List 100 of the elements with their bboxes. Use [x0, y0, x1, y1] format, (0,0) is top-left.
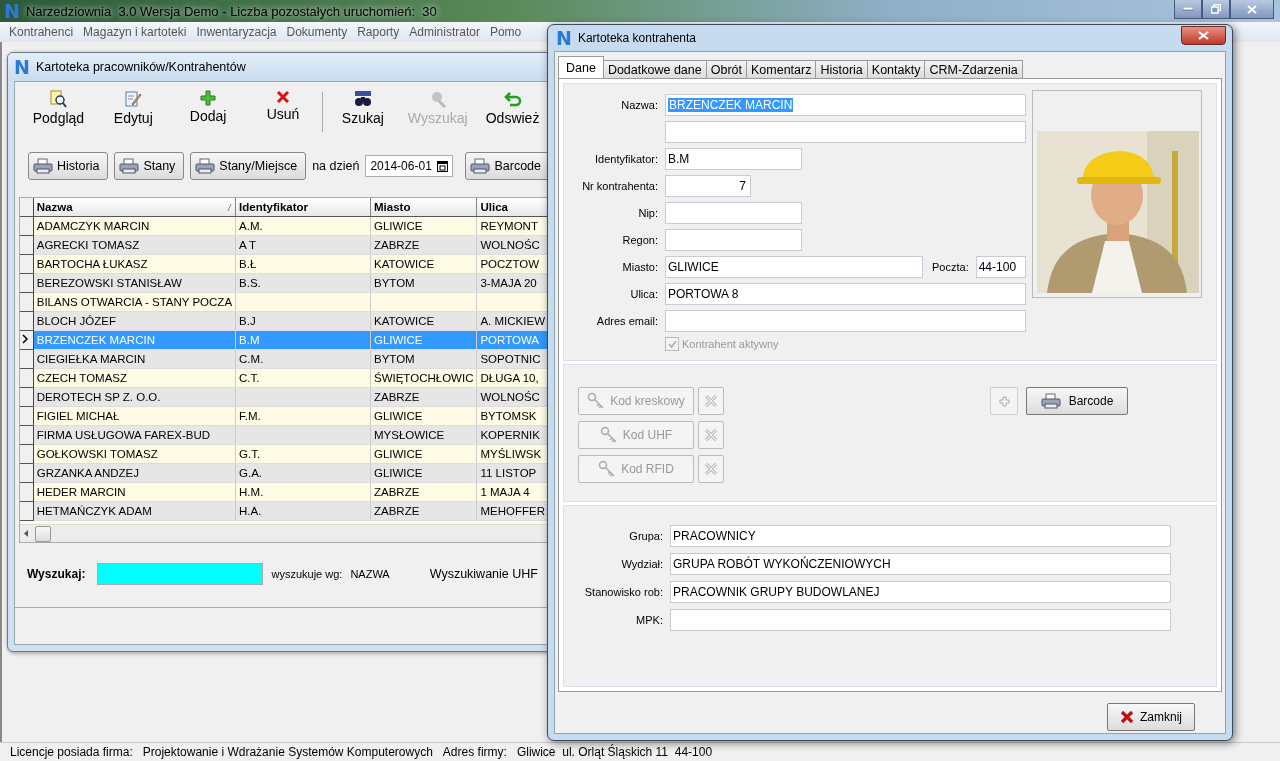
field-label: Grupa: — [629, 530, 663, 542]
input-field[interactable] — [665, 310, 1026, 332]
close-button[interactable] — [1181, 26, 1226, 45]
row-pointer-icon — [22, 334, 28, 344]
print-button[interactable]: Stany — [114, 152, 185, 180]
tab[interactable]: Historia — [815, 60, 868, 78]
menu-item[interactable]: Magazyn i kartoteki — [78, 25, 192, 39]
status-text: Gliwice ul. Orląt Śląskich 11 44-100 — [516, 745, 713, 759]
calendar-icon — [437, 160, 449, 172]
input-field[interactable] — [665, 229, 802, 251]
input-field[interactable]: B.M — [665, 148, 802, 170]
toolbar-button[interactable]: Szukaj — [325, 86, 401, 130]
column-header[interactable]: Ulica — [476, 198, 549, 217]
close-button[interactable] — [1230, 0, 1274, 19]
window-title: Narzedziownia 3.0 Wersja Demo - Liczba pozostałych uruchomień: 30 — [25, 3, 437, 19]
field-label: Ulica: — [630, 288, 658, 300]
cross-icon — [704, 394, 718, 408]
close-dialog-button[interactable]: Zamknij — [1107, 703, 1195, 731]
check-icon — [667, 340, 677, 348]
printer-icon — [33, 158, 53, 174]
column-header[interactable]: Identyfikator — [235, 198, 371, 217]
restore-button[interactable] — [1202, 0, 1230, 19]
status-text: Licencje posiada firma: — [10, 745, 133, 759]
tab[interactable]: Obrót — [705, 60, 747, 78]
input-field[interactable]: GRUPA ROBÓT WYKOŃCZENIOWYCH — [670, 553, 1171, 575]
toolbar-button[interactable]: Odswież — [475, 86, 550, 130]
field-label: Adres email: — [596, 315, 658, 327]
delete-icon — [1120, 710, 1134, 724]
sort-icon — [227, 203, 233, 211]
menu-item[interactable]: Raporty — [352, 25, 405, 39]
key-icon — [598, 460, 617, 478]
refresh-arrow-icon — [503, 90, 522, 108]
tab[interactable]: Komentarz — [746, 60, 817, 78]
tab[interactable]: Dane — [558, 56, 604, 78]
field-label: Stanowisko rob: — [584, 586, 663, 598]
status-text: Projektowanie i Wdrażanie Systemów Komputerowych — [142, 745, 433, 759]
barcode-button[interactable]: Barcode — [1026, 387, 1128, 415]
date-field[interactable]: 2014-06-01 — [365, 155, 454, 177]
window-logo: N — [14, 58, 30, 76]
uhf-search-label: Wyszukiwanie UHF — [429, 567, 538, 581]
dialog-title: Kartoteka kontrahenta — [577, 31, 696, 45]
input-field[interactable] — [670, 609, 1171, 631]
close-icon — [1247, 4, 1257, 14]
input-field[interactable] — [665, 121, 1026, 143]
scrollbar-thumb[interactable] — [35, 525, 51, 542]
field-label: Wydział: — [621, 558, 663, 570]
plus-icon — [998, 395, 1010, 407]
print-button[interactable]: Historia — [28, 152, 109, 180]
input-field[interactable]: PRACOWNIK GRUPY BUDOWLANEJ — [670, 581, 1171, 603]
clear-button[interactable] — [698, 421, 724, 449]
document-pencil-icon — [124, 90, 143, 108]
tab[interactable]: Dodatkowe dane — [602, 60, 707, 78]
menu-item[interactable]: Kontrahenci — [4, 25, 79, 39]
input-field[interactable]: 44-100 — [975, 256, 1026, 278]
menu-item[interactable]: Inwentaryzacja — [191, 25, 282, 39]
window-logo: N — [556, 29, 572, 47]
input-field[interactable]: PRACOWNICY — [670, 525, 1171, 547]
input-field[interactable] — [665, 202, 802, 224]
print-button[interactable]: Stany/Miejsce — [190, 152, 307, 180]
input-field[interactable]: 7 — [665, 175, 751, 197]
field-label: Regon: — [622, 234, 658, 246]
clear-button[interactable] — [698, 455, 724, 483]
app-logo: N — [4, 2, 20, 20]
field-label: Nip: — [638, 207, 658, 219]
status-text: Adres firmy: — [442, 745, 507, 759]
search-label: Wyszukaj: — [27, 567, 86, 581]
toolbar-button[interactable]: Podgląd — [21, 86, 96, 130]
menu-item[interactable]: Dokumenty — [281, 25, 353, 39]
field-label: MPK: — [636, 614, 663, 626]
menu-item[interactable]: Administrator — [404, 25, 485, 39]
printer-icon — [119, 158, 140, 174]
field-label: Nr kontrahenta: — [582, 180, 658, 192]
tab[interactable]: Kontakty — [866, 60, 926, 78]
printer-icon — [195, 158, 216, 174]
key-icon — [587, 392, 606, 410]
toolbar-button[interactable]: Dodaj — [170, 86, 246, 128]
tab[interactable]: CRM-Zdarzenia — [924, 60, 1023, 78]
delete-icon — [276, 90, 290, 104]
window-title: Kartoteka pracowników/Kontrahentów — [35, 60, 246, 74]
input-field[interactable]: GLIWICE — [665, 256, 923, 278]
document-magnifier-icon — [49, 90, 68, 108]
toolbar-button[interactable]: Usuń — [245, 86, 321, 126]
minimize-button[interactable] — [1174, 0, 1202, 19]
search-by-label: wyszukuje wg: — [271, 568, 343, 580]
field-label: Poczta: — [932, 261, 969, 273]
field-label: Miasto: — [622, 261, 658, 273]
scroll-left-icon — [24, 530, 29, 537]
date-label: na dzień — [312, 159, 360, 173]
column-header[interactable]: Nazwa — [33, 198, 236, 217]
horizontal-scrollbar[interactable] — [20, 524, 549, 542]
printer-icon — [1040, 393, 1061, 409]
search-field[interactable] — [97, 563, 264, 585]
toolbar-button[interactable]: Edytuj — [95, 86, 171, 130]
field-label: Nazwa: — [621, 99, 658, 111]
barcode-button[interactable]: Barcode — [465, 152, 550, 180]
clear-button[interactable] — [698, 387, 724, 415]
binoculars-icon — [353, 90, 372, 108]
menu-item[interactable]: Pomo — [484, 25, 527, 39]
column-header[interactable]: Miasto — [370, 198, 477, 217]
input-field[interactable]: PORTOWA 8 — [665, 283, 1026, 305]
